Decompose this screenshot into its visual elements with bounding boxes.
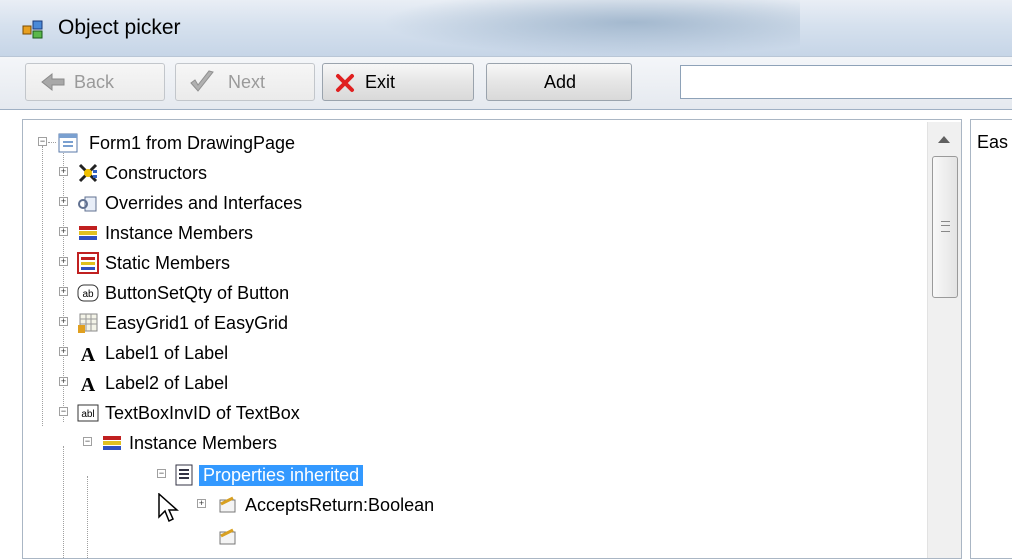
tree-item-label: Instance Members: [105, 223, 254, 243]
constructors-icon: [78, 163, 98, 183]
tree-item-label: Static Members: [105, 253, 231, 273]
static-members-icon: [77, 252, 99, 274]
interfaces-icon: [78, 196, 97, 212]
textbox-icon: abl: [77, 404, 99, 422]
next-button[interactable]: Next: [175, 63, 315, 101]
app-icon: [22, 20, 43, 39]
form-icon: [58, 133, 78, 153]
tree-item-label: TextBoxInvID of TextBox: [105, 403, 300, 423]
toolbar: Back Next Exit Add: [0, 56, 1012, 110]
expand-toggle[interactable]: +: [59, 167, 68, 176]
tree-item-label: Overrides and Interfaces: [105, 193, 303, 213]
tree-item-label: EasyGrid1 of EasyGrid: [105, 313, 289, 333]
tree-item-label: Form1 from DrawingPage: [89, 133, 296, 153]
next-label: Next: [228, 72, 266, 92]
tree-item-label: ButtonSetQty of Button: [105, 283, 290, 303]
vertical-scrollbar[interactable]: [927, 122, 961, 558]
expand-toggle[interactable]: +: [59, 377, 68, 386]
label-icon: A: [81, 344, 96, 364]
svg-text:A: A: [81, 344, 96, 364]
expand-toggle[interactable]: +: [59, 197, 68, 206]
scroll-thumb[interactable]: [932, 156, 958, 298]
svg-text:ab: ab: [82, 289, 94, 300]
collapse-toggle[interactable]: −: [83, 437, 92, 446]
search-input[interactable]: [680, 65, 1012, 99]
button-control-icon: ab: [77, 284, 99, 302]
collapse-toggle[interactable]: −: [157, 469, 166, 478]
details-text: Eas: [977, 132, 1009, 152]
expand-toggle[interactable]: +: [59, 347, 68, 356]
collapse-toggle[interactable]: −: [38, 137, 47, 146]
back-label: Back: [74, 72, 115, 92]
back-button[interactable]: Back: [25, 63, 165, 101]
tree-item-label: Label1 of Label: [105, 343, 229, 363]
expand-toggle[interactable]: +: [59, 317, 68, 326]
tree-item-label: Instance Members: [129, 433, 278, 453]
scroll-up-arrow-icon[interactable]: [938, 136, 950, 143]
tree-item-label: Constructors: [105, 163, 208, 183]
details-panel: Eas: [970, 119, 1012, 559]
grid-icon: [78, 313, 98, 333]
exit-button[interactable]: Exit: [322, 63, 474, 101]
svg-text:abl: abl: [81, 409, 94, 420]
window-title: Object picker: [58, 16, 181, 39]
members-icon: [79, 226, 97, 240]
expand-toggle[interactable]: +: [59, 287, 68, 296]
checkmark-icon: [190, 70, 214, 92]
exit-label: Exit: [365, 72, 396, 92]
property-icon: [219, 528, 236, 545]
expand-toggle[interactable]: +: [59, 227, 68, 236]
add-label: Add: [543, 72, 577, 92]
add-button[interactable]: Add: [486, 63, 632, 101]
mouse-cursor-icon: [158, 493, 179, 523]
tree-item-label: AcceptsReturn:Boolean: [245, 495, 435, 515]
svg-text:A: A: [81, 374, 96, 394]
expand-toggle[interactable]: +: [59, 257, 68, 266]
property-icon: [219, 496, 236, 513]
expand-toggle[interactable]: +: [197, 499, 206, 508]
collapse-toggle[interactable]: −: [59, 407, 68, 416]
back-arrow-icon: [41, 72, 65, 92]
close-icon: [336, 74, 354, 92]
members-icon: [103, 436, 121, 450]
tree-item-label: Label2 of Label: [105, 373, 229, 393]
title-bar: Object picker: [0, 0, 1012, 56]
properties-icon: [175, 464, 193, 486]
tree-item-label: Properties inherited: [199, 465, 364, 486]
label-icon: A: [81, 374, 96, 394]
